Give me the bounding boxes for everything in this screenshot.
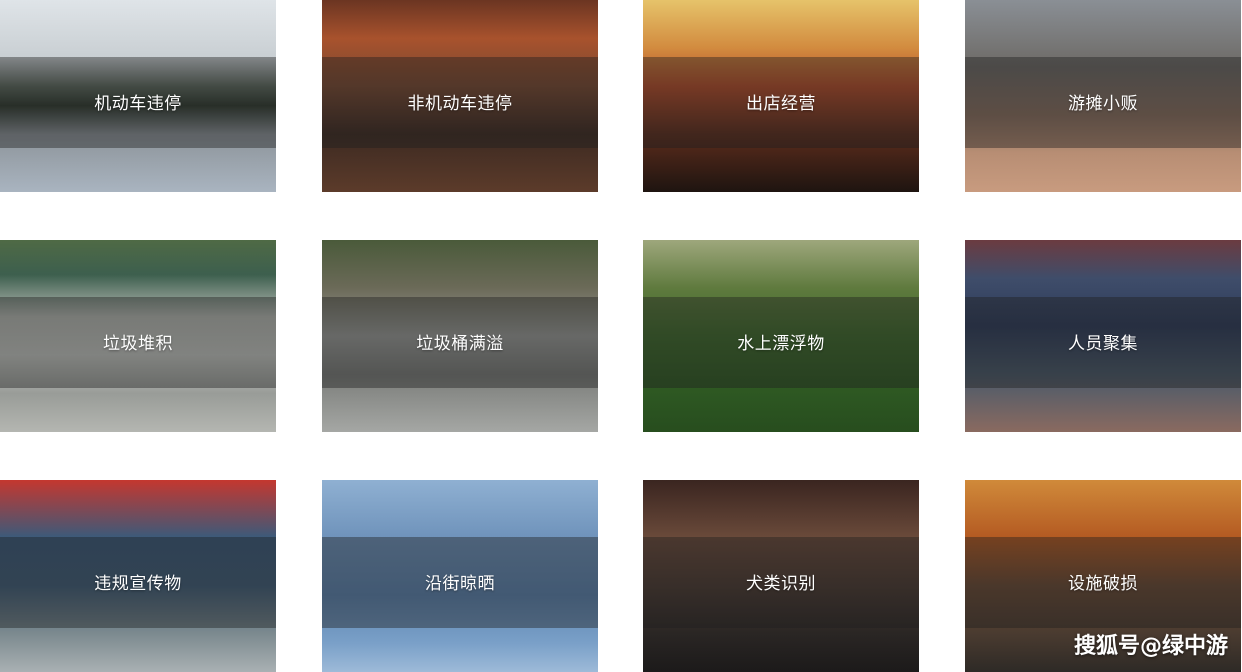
tile-label: 垃圾桶满溢 <box>416 334 504 354</box>
tile-garbage-pile[interactable]: 垃圾堆积 <box>0 240 276 432</box>
tile-crowd-gathering[interactable]: 人员聚集 <box>965 240 1241 432</box>
tile-street-clothes-drying[interactable]: 沿街晾晒 <box>322 480 598 672</box>
tile-illegal-advertising[interactable]: 违规宣传物 <box>0 480 276 672</box>
tile-label: 水上漂浮物 <box>737 334 825 354</box>
tile-label: 违规宣传物 <box>94 574 182 594</box>
tile-label: 游摊小贩 <box>1068 94 1138 114</box>
tile-label: 设施破损 <box>1068 574 1138 594</box>
tile-non-motor-vehicle-illegal-parking[interactable]: 非机动车违停 <box>322 0 598 192</box>
tile-label: 人员聚集 <box>1068 334 1138 354</box>
tile-floating-debris[interactable]: 水上漂浮物 <box>643 240 919 432</box>
tile-trash-bin-overflow[interactable]: 垃圾桶满溢 <box>322 240 598 432</box>
tile-label: 非机动车违停 <box>407 94 513 114</box>
source-watermark: 搜狐号@绿中游 <box>1073 634 1228 659</box>
tile-label: 出店经营 <box>746 94 816 114</box>
tile-label: 机动车违停 <box>94 94 182 114</box>
tile-dog-recognition[interactable]: 犬类识别 <box>643 480 919 672</box>
tile-label: 犬类识别 <box>746 574 816 594</box>
tile-motor-vehicle-illegal-parking[interactable]: 机动车违停 <box>0 0 276 192</box>
tile-street-vendor[interactable]: 游摊小贩 <box>965 0 1241 192</box>
tile-label: 垃圾堆积 <box>103 334 173 354</box>
tile-label: 沿街晾晒 <box>425 574 495 594</box>
tile-out-of-store-operation[interactable]: 出店经营 <box>643 0 919 192</box>
